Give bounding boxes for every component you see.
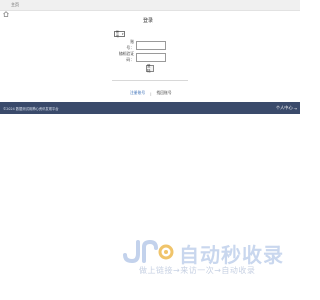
account-label: 账号：: [126, 39, 134, 50]
account-row: 账号：: [124, 39, 166, 51]
code-row: 随机验证码：: [115, 51, 166, 63]
login-type-select[interactable]: 账号 ▾: [114, 30, 125, 38]
retrieve-account-link[interactable]: 找回账号: [156, 90, 171, 96]
link-separator: |: [150, 90, 152, 96]
divider: [112, 80, 188, 81]
code-label: 随机验证码：: [118, 51, 134, 62]
chevron-down-icon: ▾: [121, 32, 124, 36]
register-link[interactable]: 注册账号: [130, 90, 145, 96]
login-button[interactable]: 登陆: [146, 64, 154, 73]
user-center-label: 个人中心: [275, 105, 293, 110]
home-link[interactable]: 主页: [11, 2, 19, 8]
watermark: 自动秒收录 做上链接→来访一次→自动收录: [122, 237, 284, 277]
login-links: 注册账号 | 找回账号: [130, 90, 172, 96]
home-icon[interactable]: [3, 2, 9, 17]
footer-copyright: ©2024 数据测试用腾心资讯发现平台: [3, 106, 59, 111]
login-title: 登录: [143, 18, 154, 24]
watermark-logo: [123, 239, 174, 263]
arrow-right-icon: →: [293, 105, 297, 111]
footer-bar: ©2024 数据测试用腾心资讯发现平台 个人中心 →: [0, 102, 300, 114]
watermark-subtitle: 做上链接→来访一次→自动收录: [139, 266, 256, 275]
user-center-link[interactable]: 个人中心 →: [276, 105, 297, 111]
watermark-title: 自动秒收录: [179, 243, 284, 267]
code-input[interactable]: [136, 52, 166, 62]
account-input[interactable]: [136, 40, 166, 50]
top-bar: 主页: [0, 0, 300, 17]
